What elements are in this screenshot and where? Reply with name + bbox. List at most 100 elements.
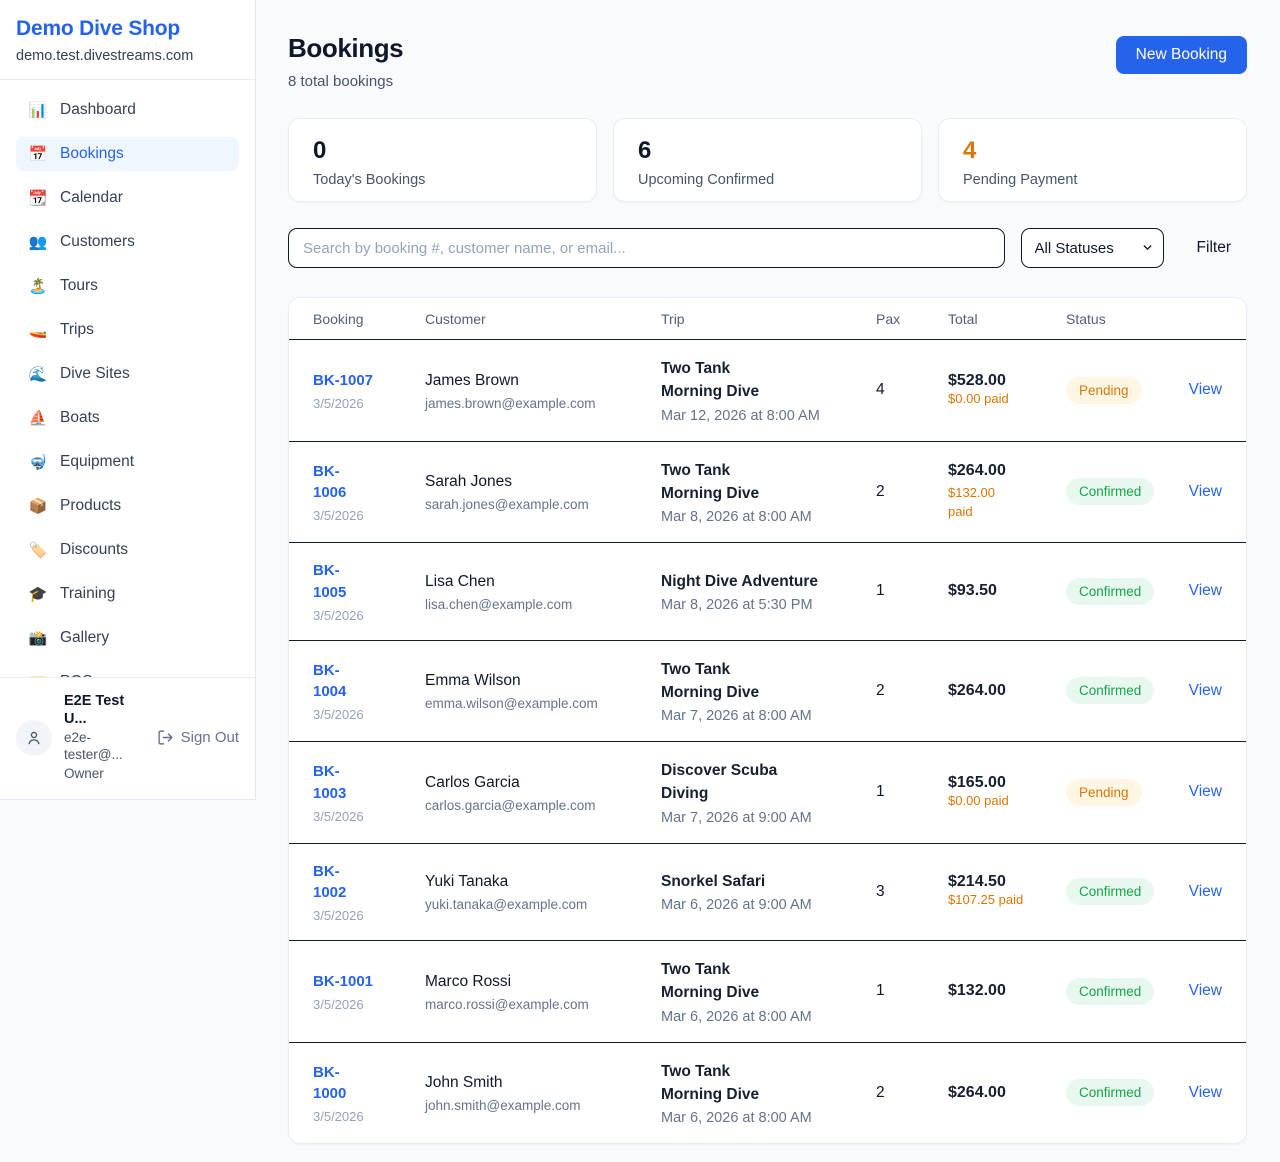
status-badge: Pending <box>1066 779 1142 806</box>
status-badge: Pending <box>1066 377 1142 404</box>
view-link[interactable]: View <box>1189 783 1222 800</box>
sign-out-button[interactable]: Sign Out <box>157 729 239 746</box>
sidebar-item-calendar[interactable]: 📆Calendar <box>16 181 239 215</box>
view-link[interactable]: View <box>1189 582 1222 599</box>
sidebar-item-gallery[interactable]: 📸 Gallery <box>16 621 239 655</box>
user-role: Owner <box>64 766 145 783</box>
sidebar-item-trips[interactable]: 🚤Trips <box>16 313 239 347</box>
user-meta: E2E Test U... e2e-tester@... Owner <box>64 692 145 783</box>
view-link[interactable]: View <box>1189 381 1222 398</box>
customer-email: carlos.garcia@example.com <box>425 798 651 813</box>
column-header-booking: Booking <box>313 311 425 327</box>
trip-datetime: Mar 12, 2026 at 8:00 AM <box>661 408 866 424</box>
filter-button[interactable]: Filter <box>1181 239 1247 257</box>
pax-count: 1 <box>876 783 948 801</box>
sidebar-item-label: Training <box>60 585 115 603</box>
camera-icon: 📸 <box>28 631 48 646</box>
booking-id-link[interactable]: BK-1001 <box>313 971 373 993</box>
new-booking-button[interactable]: New Booking <box>1116 36 1247 74</box>
status-filter-select[interactable]: All Statuses <box>1021 228 1164 268</box>
view-link[interactable]: View <box>1189 682 1222 699</box>
wave-icon: 🌊 <box>28 367 48 382</box>
booking-date: 3/5/2026 <box>313 997 415 1012</box>
sidebar-item-label: Equipment <box>60 453 134 471</box>
sidebar-item-dashboard[interactable]: 📊Dashboard <box>16 93 239 127</box>
view-link[interactable]: View <box>1189 1084 1222 1101</box>
sidebar-item-pos[interactable]: 💳POS <box>16 665 239 677</box>
table-row: BK-10003/5/2026 John Smithjohn.smith@exa… <box>289 1042 1246 1144</box>
status-badge: Confirmed <box>1066 978 1154 1005</box>
sidebar-item-label: Discounts <box>60 541 128 559</box>
customer-email: marco.rossi@example.com <box>425 997 651 1012</box>
sailboat-icon: ⛵ <box>28 411 48 426</box>
customer-name: Emma Wilson <box>425 670 651 692</box>
sidebar-item-equipment[interactable]: 🤿 Equipment <box>16 445 239 479</box>
sidebar-item-label: Tours <box>60 277 98 295</box>
status-badge: Confirmed <box>1066 578 1154 605</box>
pax-count: 2 <box>876 1084 948 1102</box>
trip-name: Two Tank Morning Dive <box>661 357 793 404</box>
sidebar-item-training[interactable]: 🎓 Training <box>16 577 239 611</box>
total-amount: $93.50 <box>948 582 1056 600</box>
sidebar-item-discounts[interactable]: 🏷️ Discounts <box>16 533 239 567</box>
sidebar-item-label: Gallery <box>60 629 109 647</box>
sidebar: Demo Dive Shop demo.test.divestreams.com… <box>0 0 256 800</box>
stat-value: 4 <box>963 137 1222 165</box>
trip-datetime: Mar 6, 2026 at 8:00 AM <box>661 1009 866 1025</box>
stat-card-todays-bookings: 0 Today's Bookings <box>288 118 597 202</box>
customer-email: lisa.chen@example.com <box>425 597 651 612</box>
booking-id-link[interactable]: BK-1000 <box>313 1062 359 1106</box>
filters-toolbar: All Statuses Filter <box>288 228 1247 268</box>
user-name: E2E Test U... <box>64 692 145 728</box>
paid-amount: $0.00 paid <box>948 391 1009 406</box>
booking-date: 3/5/2026 <box>313 396 415 411</box>
booking-id-link[interactable]: BK-1004 <box>313 660 359 704</box>
tag-icon: 🏷️ <box>28 543 48 558</box>
booking-id-link[interactable]: BK-1002 <box>313 861 359 905</box>
booking-id-link[interactable]: BK-1006 <box>313 461 359 505</box>
sidebar-item-bookings[interactable]: 📅Bookings <box>16 137 239 171</box>
table-row: BK-10013/5/2026 Marco Rossimarco.rossi@e… <box>289 940 1246 1042</box>
column-header-trip: Trip <box>661 311 876 327</box>
total-amount: $132.00 <box>948 982 1056 1000</box>
brand-block: Demo Dive Shop demo.test.divestreams.com <box>0 0 255 80</box>
booking-date: 3/5/2026 <box>313 608 415 623</box>
customer-name: John Smith <box>425 1072 651 1094</box>
view-link[interactable]: View <box>1189 883 1222 900</box>
sidebar-item-dive-sites[interactable]: 🌊 Dive Sites <box>16 357 239 391</box>
pax-count: 1 <box>876 582 948 600</box>
sign-out-label: Sign Out <box>181 729 239 746</box>
total-amount: $264.00 <box>948 682 1056 700</box>
logout-icon <box>157 729 174 746</box>
sidebar-item-products[interactable]: 📦Products <box>16 489 239 523</box>
pax-count: 1 <box>876 982 948 1000</box>
stat-value: 6 <box>638 137 897 165</box>
status-badge: Confirmed <box>1066 677 1154 704</box>
table-row: BK-10043/5/2026 Emma Wilsonemma.wilson@e… <box>289 640 1246 742</box>
status-badge: Confirmed <box>1066 878 1154 905</box>
graduation-cap-icon: 🎓 <box>28 587 48 602</box>
table-row: BK-10063/5/2026 Sarah Jonessarah.jones@e… <box>289 441 1246 543</box>
customer-name: Lisa Chen <box>425 571 651 593</box>
table-row: BK-10033/5/2026 Carlos Garciacarlos.garc… <box>289 741 1246 843</box>
pax-count: 2 <box>876 682 948 700</box>
sidebar-item-customers[interactable]: 👥Customers <box>16 225 239 259</box>
booking-id-link[interactable]: BK-1003 <box>313 761 359 805</box>
sidebar-nav: 📊Dashboard 📅Bookings 📆Calendar 👥Customer… <box>0 80 255 677</box>
user-email: e2e-tester@... <box>64 730 145 764</box>
pax-count: 2 <box>876 483 948 501</box>
booking-id-link[interactable]: BK-1007 <box>313 370 373 392</box>
view-link[interactable]: View <box>1189 483 1222 500</box>
stat-label: Today's Bookings <box>313 172 572 188</box>
view-link[interactable]: View <box>1189 982 1222 999</box>
trip-name: Snorkel Safari <box>661 873 765 890</box>
bookings-table: Booking Customer Trip Pax Total Status B… <box>288 297 1247 1144</box>
sidebar-item-label: Dive Sites <box>60 365 130 383</box>
stat-card-pending-payment: 4 Pending Payment <box>938 118 1247 202</box>
booking-date: 3/5/2026 <box>313 809 415 824</box>
sidebar-item-boats[interactable]: ⛵Boats <box>16 401 239 435</box>
search-input[interactable] <box>288 228 1005 268</box>
sidebar-item-tours[interactable]: 🏝️Tours <box>16 269 239 303</box>
booking-id-link[interactable]: BK-1005 <box>313 560 359 604</box>
diving-mask-icon: 🤿 <box>28 455 48 470</box>
